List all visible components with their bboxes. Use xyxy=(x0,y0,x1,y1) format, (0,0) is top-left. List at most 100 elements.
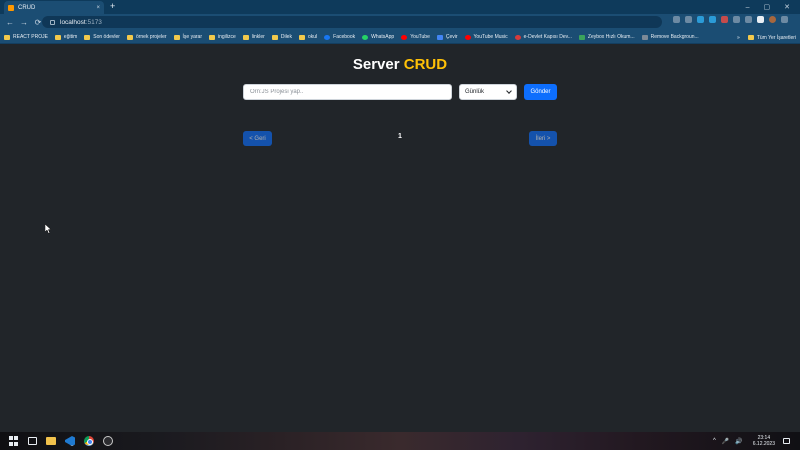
todo-input[interactable] xyxy=(243,84,452,100)
tab-favicon-icon xyxy=(8,4,14,11)
page-title: Server CRUD xyxy=(0,56,800,73)
puzzle-extensions-icon[interactable] xyxy=(733,16,740,23)
file-explorer-icon[interactable] xyxy=(46,437,56,445)
bookmark-label: YouTube Music xyxy=(473,34,508,40)
close-window-icon[interactable]: ✕ xyxy=(784,3,790,11)
tray-expand-icon[interactable]: ^ xyxy=(713,438,716,444)
bookmark-label: örnek projeler xyxy=(135,34,167,40)
bookmark-label: e-Devlet Kapısı Dev... xyxy=(523,34,572,40)
bookmark-son-odevler[interactable]: Son ödevler xyxy=(84,34,120,40)
bookmark-label: WhatsApp xyxy=(371,34,395,40)
maximize-icon[interactable]: ▢ xyxy=(764,3,771,11)
folder-icon xyxy=(84,34,91,40)
translate-extension-icon[interactable] xyxy=(709,16,716,23)
folder-icon xyxy=(54,34,61,40)
bookmark-label: ingilizce xyxy=(217,34,236,40)
bookmark-label: İşe yarar xyxy=(182,34,202,40)
forward-icon[interactable]: → xyxy=(20,18,28,27)
folder-icon xyxy=(208,34,215,40)
bookmark-egitim[interactable]: eğitim xyxy=(54,34,78,40)
task-view-icon[interactable] xyxy=(28,437,37,445)
bookmark-label: REACT PROJE xyxy=(13,34,48,40)
bookmark-label: eğitim xyxy=(63,34,78,40)
url-host: localhost xyxy=(60,18,86,26)
bookmark-label: Facebook xyxy=(333,34,356,40)
folder-icon xyxy=(242,34,249,40)
side-panel-icon[interactable] xyxy=(757,16,764,23)
more-bookmarks-icon[interactable]: » xyxy=(737,35,740,41)
bookmark-label: Son ödevler xyxy=(93,34,120,40)
bookmark-e-devlet[interactable]: e-Devlet Kapısı Dev... xyxy=(514,34,572,40)
address-toolbar: ← → ⟳ localhost:5173 xyxy=(0,14,800,31)
youtube-icon xyxy=(401,34,408,40)
url-port: :5173 xyxy=(85,18,102,26)
bookmark-remove-background[interactable]: Remove Backgroun... xyxy=(641,34,699,40)
profile-avatar[interactable] xyxy=(769,16,776,23)
microphone-icon[interactable]: 🎤 xyxy=(722,438,729,445)
folder-icon xyxy=(298,34,305,40)
bookmark-okul[interactable]: okul xyxy=(298,34,317,40)
folder-icon xyxy=(747,35,754,40)
windows-start-icon[interactable] xyxy=(9,436,19,446)
new-tab-button[interactable]: + xyxy=(110,1,115,11)
facebook-icon xyxy=(324,34,331,40)
title-accent: CRUD xyxy=(403,56,448,73)
tab-title: CRUD xyxy=(18,4,36,11)
url-bar[interactable]: localhost:5173 xyxy=(42,16,662,28)
submit-button[interactable]: Gönder xyxy=(524,84,557,100)
share-icon[interactable] xyxy=(673,16,680,23)
tab-close-icon[interactable]: × xyxy=(96,5,100,11)
all-bookmarks-link[interactable]: Tüm Yer İşaretleri xyxy=(757,35,796,41)
bookmarks-bar: REACT PROJE eğitim Son ödevler örnek pro… xyxy=(0,31,800,44)
bookmark-label: Çevir xyxy=(445,34,458,40)
vscode-icon[interactable] xyxy=(65,436,75,446)
bookmark-whatsapp[interactable]: WhatsApp xyxy=(362,34,394,40)
chrome-icon[interactable] xyxy=(84,436,94,446)
browser-tab-strip: CRUD × + – ▢ ✕ xyxy=(0,0,800,14)
url-text: localhost:5173 xyxy=(60,19,102,26)
frequency-select[interactable]: Günlük xyxy=(459,84,517,100)
translate-icon xyxy=(436,34,443,40)
adblock-extension-icon[interactable] xyxy=(721,16,728,23)
bookmark-youtube-music[interactable]: YouTube Music xyxy=(464,34,508,40)
bookmark-dilek[interactable]: Dilek xyxy=(271,34,292,40)
todo-form: Günlük Gönder xyxy=(243,84,557,100)
bookmark-linkler[interactable]: linkler xyxy=(242,34,265,40)
browser-menu-icon[interactable] xyxy=(781,16,788,23)
remove-bg-icon xyxy=(641,34,648,40)
title-main: Server xyxy=(352,56,400,73)
bookmark-youtube[interactable]: YouTube xyxy=(401,34,430,40)
notification-icon[interactable] xyxy=(783,438,790,444)
next-page-button[interactable]: İleri > xyxy=(529,131,557,146)
minimize-icon[interactable]: – xyxy=(746,4,750,11)
site-info-icon[interactable] xyxy=(50,19,55,25)
bookmark-ornek-projeler[interactable]: örnek projeler xyxy=(126,34,167,40)
bookmark-label: Remove Backgroun... xyxy=(650,34,699,40)
e-devlet-icon xyxy=(514,34,521,40)
bookmark-label: YouTube xyxy=(410,34,430,40)
bookmark-react-proje[interactable]: REACT PROJE xyxy=(4,34,48,40)
taskbar: ^ 🎤 🔊 23:14 6.12.2023 xyxy=(0,432,800,450)
bookmark-star-icon[interactable] xyxy=(685,16,692,23)
reload-icon[interactable]: ⟳ xyxy=(34,18,42,27)
tab-crud[interactable]: CRUD × xyxy=(4,1,104,14)
whatsapp-icon xyxy=(362,34,369,40)
bookmark-zeybox[interactable]: Zeybox Hızlı Okum... xyxy=(578,34,635,40)
extension-icon[interactable] xyxy=(697,16,704,23)
media-control-icon[interactable] xyxy=(745,16,752,23)
clock-date: 6.12.2023 xyxy=(752,441,775,447)
mouse-cursor-icon xyxy=(45,224,52,234)
obs-icon[interactable] xyxy=(103,436,113,446)
bookmark-ingilizce[interactable]: ingilizce xyxy=(208,34,236,40)
volume-icon[interactable]: 🔊 xyxy=(735,438,742,445)
system-tray: ^ 🎤 🔊 23:14 6.12.2023 xyxy=(713,432,790,450)
app-page: Server CRUD Günlük Gönder < Geri 1 İleri… xyxy=(0,44,800,432)
bookmark-facebook[interactable]: Facebook xyxy=(324,34,355,40)
zeybox-icon xyxy=(578,34,585,40)
bookmarks-overflow: » Tüm Yer İşaretleri xyxy=(737,31,796,43)
folder-icon xyxy=(126,34,133,40)
bookmark-ise-yarar[interactable]: İşe yarar xyxy=(173,34,202,40)
clock[interactable]: 23:14 6.12.2023 xyxy=(753,435,775,447)
back-icon[interactable]: ← xyxy=(6,18,14,27)
bookmark-cevir[interactable]: Çevir xyxy=(436,34,458,40)
